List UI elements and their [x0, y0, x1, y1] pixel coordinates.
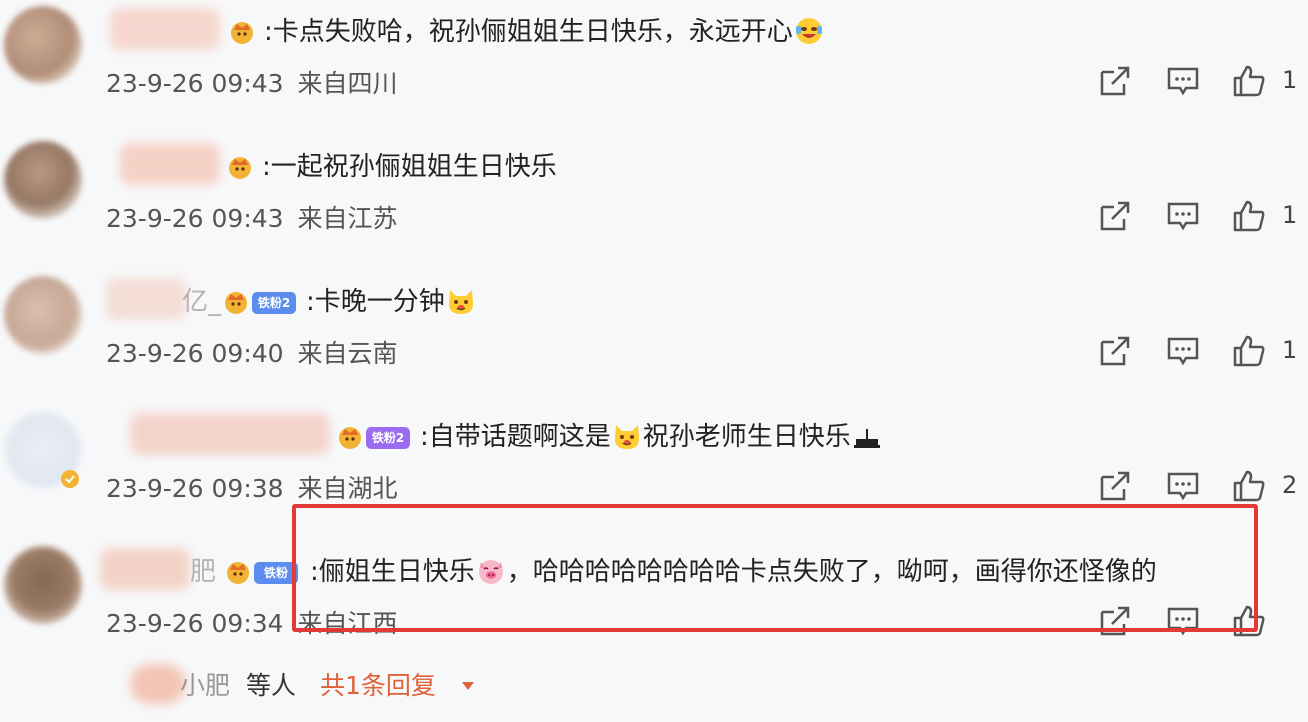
comment-text: :卡点失败哈，祝孙俪姐姐生日快乐，永远开心 — [264, 14, 825, 50]
comment-item: 亿_ 铁粉2 :卡晚一分钟 23-9-26 09:40 来自云南 1 — [0, 270, 1308, 405]
like-count: 1 — [1282, 201, 1298, 229]
timestamp: 23-9-26 09:34 — [106, 609, 284, 638]
comment-meta: 23-9-26 09:34 来自江西 — [106, 604, 398, 640]
chevron-down-icon[interactable] — [460, 680, 476, 692]
reply-user-avatar — [130, 664, 186, 704]
crown-badge-icon — [339, 427, 361, 449]
like-count: 1 — [1282, 66, 1298, 94]
timestamp: 23-9-26 09:40 — [106, 339, 284, 368]
comment-text: :卡晚一分钟 — [306, 284, 477, 320]
crown-badge-icon — [227, 562, 249, 584]
share-icon — [1100, 606, 1130, 636]
timestamp: 23-9-26 09:43 — [106, 204, 284, 233]
username[interactable] — [130, 413, 330, 455]
comment-text: :一起祝孙俪姐姐生日快乐 — [262, 152, 557, 182]
share-button[interactable] — [1098, 334, 1132, 368]
thumbs-up-icon — [1233, 200, 1265, 232]
share-button[interactable] — [1098, 64, 1132, 98]
cake-icon — [853, 429, 880, 448]
location: 来自江西 — [297, 609, 398, 638]
share-button[interactable] — [1098, 604, 1132, 638]
location: 来自四川 — [297, 69, 398, 98]
share-icon — [1100, 336, 1130, 366]
location: 来自江苏 — [297, 204, 398, 233]
like-count: 1 — [1282, 336, 1298, 364]
username[interactable] — [100, 548, 190, 590]
comment-meta: 23-9-26 09:43 来自四川 — [106, 64, 398, 100]
reply-user-name[interactable]: 小肥 — [180, 666, 230, 702]
avatar[interactable] — [4, 276, 82, 354]
share-button[interactable] — [1098, 469, 1132, 503]
comment-button[interactable] — [1166, 334, 1200, 368]
crown-badge-icon — [225, 292, 247, 314]
comment-icon — [1167, 337, 1199, 366]
comment-button[interactable] — [1166, 469, 1200, 503]
comment-icon — [1167, 67, 1199, 96]
reply-count-link[interactable]: 共1条回复 — [320, 666, 436, 702]
comment-meta: 23-9-26 09:43 来自江苏 — [106, 199, 398, 235]
timestamp: 23-9-26 09:43 — [106, 69, 284, 98]
comment-text: :俪姐生日快乐 ，哈哈哈哈哈哈哈哈卡点失败了，呦呵，画得你还怪像的 — [310, 557, 1157, 587]
crown-badge-icon — [229, 157, 251, 179]
location: 来自湖北 — [297, 474, 398, 503]
like-button[interactable] — [1232, 199, 1266, 233]
pig-face-icon — [478, 560, 503, 584]
fan-level-badge: 铁粉2 — [366, 427, 410, 449]
share-icon — [1100, 471, 1130, 501]
username-visible[interactable]: 亿_ — [182, 284, 221, 320]
thumbs-up-icon — [1233, 335, 1265, 367]
comment-icon — [1167, 607, 1199, 636]
location: 来自云南 — [297, 339, 398, 368]
username[interactable] — [106, 278, 186, 320]
avatar[interactable] — [4, 141, 82, 219]
comment-button[interactable] — [1166, 199, 1200, 233]
replies-summary[interactable]: 小肥 等人 共1条回复 — [0, 660, 700, 710]
cat-face-icon — [448, 290, 473, 314]
comment-icon — [1167, 472, 1199, 501]
share-button[interactable] — [1098, 199, 1132, 233]
like-count: 2 — [1282, 471, 1298, 499]
share-icon — [1100, 201, 1130, 231]
fan-level-badge: 铁粉2 — [252, 292, 296, 314]
reply-etc-label: 等人 — [246, 671, 297, 700]
comment-meta: 23-9-26 09:40 来自云南 — [106, 334, 398, 370]
like-button[interactable] — [1232, 469, 1266, 503]
avatar[interactable] — [4, 6, 82, 84]
like-button[interactable] — [1232, 334, 1266, 368]
face-joy-icon — [795, 18, 822, 44]
comment-icon — [1167, 202, 1199, 231]
like-button[interactable] — [1232, 604, 1266, 638]
comment-item: 肥 铁粉 :俪姐生日快乐 ，哈哈哈哈哈哈哈哈卡点失败了，呦呵，画得你还怪像的 23… — [0, 540, 1308, 675]
comment-item: 铁粉2 :自带话题啊这是 祝孙老师生日快乐 23-9-26 09:38 来自湖北 … — [0, 405, 1308, 540]
fan-level-badge: 铁粉 — [254, 562, 298, 584]
username-visible[interactable]: 肥 — [190, 554, 216, 590]
timestamp: 23-9-26 09:38 — [106, 474, 284, 503]
thumbs-up-icon — [1233, 470, 1265, 502]
thumbs-up-icon — [1233, 605, 1265, 637]
username[interactable] — [120, 143, 220, 185]
comment-text: :自带话题啊这是 祝孙老师生日快乐 — [420, 419, 883, 455]
crown-badge-icon — [231, 22, 253, 44]
cat-face-icon — [614, 425, 639, 449]
comment-meta: 23-9-26 09:38 来自湖北 — [106, 469, 398, 505]
comment-item: :卡点失败哈，祝孙俪姐姐生日快乐，永远开心 23-9-26 09:43 来自四川… — [0, 0, 1308, 135]
comment-item: :一起祝孙俪姐姐生日快乐 23-9-26 09:43 来自江苏 1 — [0, 135, 1308, 270]
verified-badge-icon — [61, 470, 79, 488]
like-button[interactable] — [1232, 64, 1266, 98]
avatar[interactable] — [4, 546, 82, 624]
comment-button[interactable] — [1166, 64, 1200, 98]
comment-button[interactable] — [1166, 604, 1200, 638]
thumbs-up-icon — [1233, 65, 1265, 97]
share-icon — [1100, 66, 1130, 96]
username[interactable] — [110, 8, 220, 50]
